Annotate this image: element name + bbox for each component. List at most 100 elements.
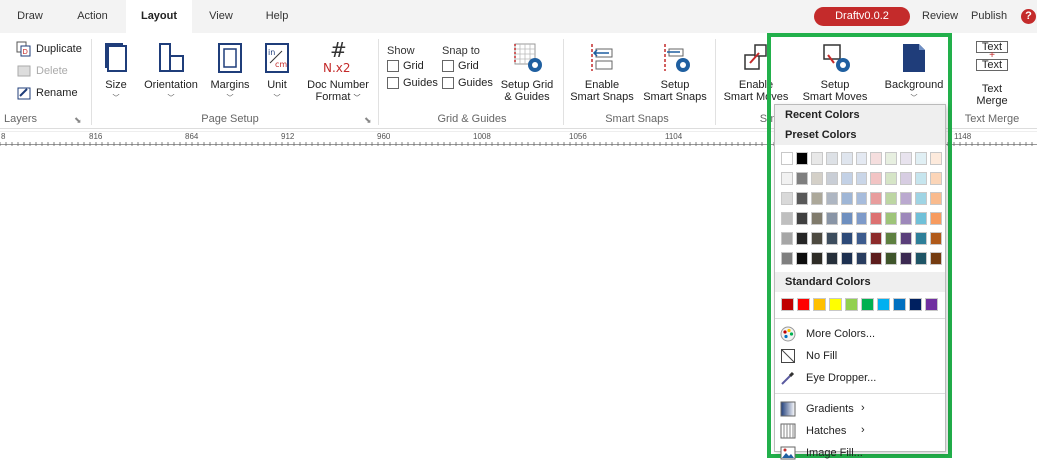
color-swatch[interactable] — [900, 211, 913, 225]
color-swatch[interactable] — [781, 191, 793, 205]
color-swatch[interactable] — [797, 297, 810, 311]
color-swatch[interactable] — [825, 151, 838, 165]
color-swatch[interactable] — [930, 251, 942, 265]
color-swatch[interactable] — [900, 251, 913, 265]
color-swatch[interactable] — [930, 191, 942, 205]
color-swatch[interactable] — [781, 171, 793, 185]
color-swatch[interactable] — [795, 251, 808, 265]
color-swatch[interactable] — [810, 231, 823, 245]
color-swatch[interactable] — [825, 211, 838, 225]
color-swatch[interactable] — [840, 171, 853, 185]
color-swatch[interactable] — [900, 191, 913, 205]
color-swatch[interactable] — [845, 297, 858, 311]
color-swatch[interactable] — [781, 211, 793, 225]
color-swatch[interactable] — [909, 297, 922, 311]
color-swatch[interactable] — [825, 191, 838, 205]
checkbox-box[interactable] — [387, 77, 399, 89]
text-merge-button[interactable]: Text + Text Text Merge — [966, 41, 1018, 107]
color-swatch[interactable] — [795, 191, 808, 205]
color-swatch[interactable] — [781, 231, 793, 245]
color-swatch[interactable] — [795, 211, 808, 225]
color-swatch[interactable] — [915, 251, 928, 265]
color-swatch[interactable] — [925, 297, 938, 311]
enable-smart-snaps-button[interactable]: Enable Smart Snaps — [570, 41, 634, 103]
color-swatch[interactable] — [810, 191, 823, 205]
color-swatch[interactable] — [840, 151, 853, 165]
show-grid-checkbox[interactable]: Grid — [387, 60, 424, 72]
color-swatch[interactable] — [915, 171, 928, 185]
color-swatch[interactable] — [825, 171, 838, 185]
color-swatch[interactable] — [885, 191, 898, 205]
more-colors-item[interactable]: More Colors... — [775, 323, 945, 345]
color-swatch[interactable] — [795, 231, 808, 245]
color-swatch[interactable] — [870, 191, 883, 205]
color-swatch[interactable] — [915, 211, 928, 225]
snap-grid-checkbox[interactable]: Grid — [442, 60, 479, 72]
color-swatch[interactable] — [810, 211, 823, 225]
color-swatch[interactable] — [861, 297, 874, 311]
color-swatch[interactable] — [870, 251, 883, 265]
eye-dropper-item[interactable]: Eye Dropper... — [775, 367, 945, 389]
rename-button[interactable]: Rename — [16, 84, 78, 102]
color-swatch[interactable] — [855, 211, 868, 225]
color-swatch[interactable] — [855, 151, 868, 165]
delete-button[interactable]: Delete — [16, 62, 68, 80]
color-swatch[interactable] — [825, 251, 838, 265]
color-swatch[interactable] — [885, 171, 898, 185]
gradients-item[interactable]: Gradients › — [775, 398, 945, 420]
checkbox-box[interactable] — [442, 77, 454, 89]
duplicate-button[interactable]: D Duplicate — [16, 40, 82, 58]
color-swatch[interactable] — [915, 231, 928, 245]
color-swatch[interactable] — [930, 231, 942, 245]
color-swatch[interactable] — [885, 151, 898, 165]
no-fill-item[interactable]: No Fill — [775, 345, 945, 367]
color-swatch[interactable] — [900, 171, 913, 185]
color-swatch[interactable] — [781, 251, 793, 265]
color-swatch[interactable] — [781, 151, 793, 165]
unit-button[interactable]: in cm Unit ﹀ — [261, 41, 293, 105]
checkbox-box[interactable] — [442, 60, 454, 72]
tab-layout[interactable]: Layout — [126, 0, 192, 33]
size-button[interactable]: Size ﹀ — [98, 41, 134, 105]
color-swatch[interactable] — [810, 251, 823, 265]
show-guides-checkbox[interactable]: Guides — [387, 77, 438, 89]
color-swatch[interactable] — [840, 211, 853, 225]
hatches-item[interactable]: Hatches › — [775, 420, 945, 442]
orientation-button[interactable]: Orientation ﹀ — [140, 41, 202, 105]
tab-view[interactable]: View — [195, 0, 247, 33]
color-swatch[interactable] — [930, 171, 942, 185]
snap-guides-checkbox[interactable]: Guides — [442, 77, 493, 89]
tab-action[interactable]: Action — [60, 0, 125, 33]
color-swatch[interactable] — [900, 151, 913, 165]
color-swatch[interactable] — [930, 211, 942, 225]
color-swatch[interactable] — [870, 151, 883, 165]
color-swatch[interactable] — [829, 297, 842, 311]
color-swatch[interactable] — [825, 231, 838, 245]
color-swatch[interactable] — [855, 231, 868, 245]
color-swatch[interactable] — [781, 297, 794, 311]
color-swatch[interactable] — [885, 231, 898, 245]
color-swatch[interactable] — [900, 231, 913, 245]
tab-help[interactable]: Help — [252, 0, 302, 33]
color-swatch[interactable] — [915, 151, 928, 165]
image-fill-item[interactable]: Image Fill... — [775, 442, 945, 464]
color-swatch[interactable] — [855, 171, 868, 185]
color-swatch[interactable] — [870, 231, 883, 245]
color-swatch[interactable] — [930, 151, 942, 165]
margins-button[interactable]: Margins ﹀ — [207, 41, 253, 105]
doc-number-format-button[interactable]: # N.x2 Doc Number Format ﹀ — [303, 38, 373, 105]
color-swatch[interactable] — [870, 211, 883, 225]
setup-smart-snaps-button[interactable]: Setup Smart Snaps — [642, 41, 708, 103]
color-swatch[interactable] — [813, 297, 826, 311]
checkbox-box[interactable] — [387, 60, 399, 72]
setup-grid-guides-button[interactable]: Setup Grid & Guides — [498, 41, 556, 103]
help-icon[interactable]: ? — [1021, 9, 1036, 24]
color-swatch[interactable] — [840, 231, 853, 245]
publish-button[interactable]: Publish — [971, 0, 1007, 33]
color-swatch[interactable] — [855, 251, 868, 265]
color-swatch[interactable] — [877, 297, 890, 311]
color-swatch[interactable] — [795, 171, 808, 185]
page-setup-launcher-icon[interactable]: ⬊ — [364, 115, 372, 126]
color-swatch[interactable] — [870, 171, 883, 185]
color-swatch[interactable] — [795, 151, 808, 165]
